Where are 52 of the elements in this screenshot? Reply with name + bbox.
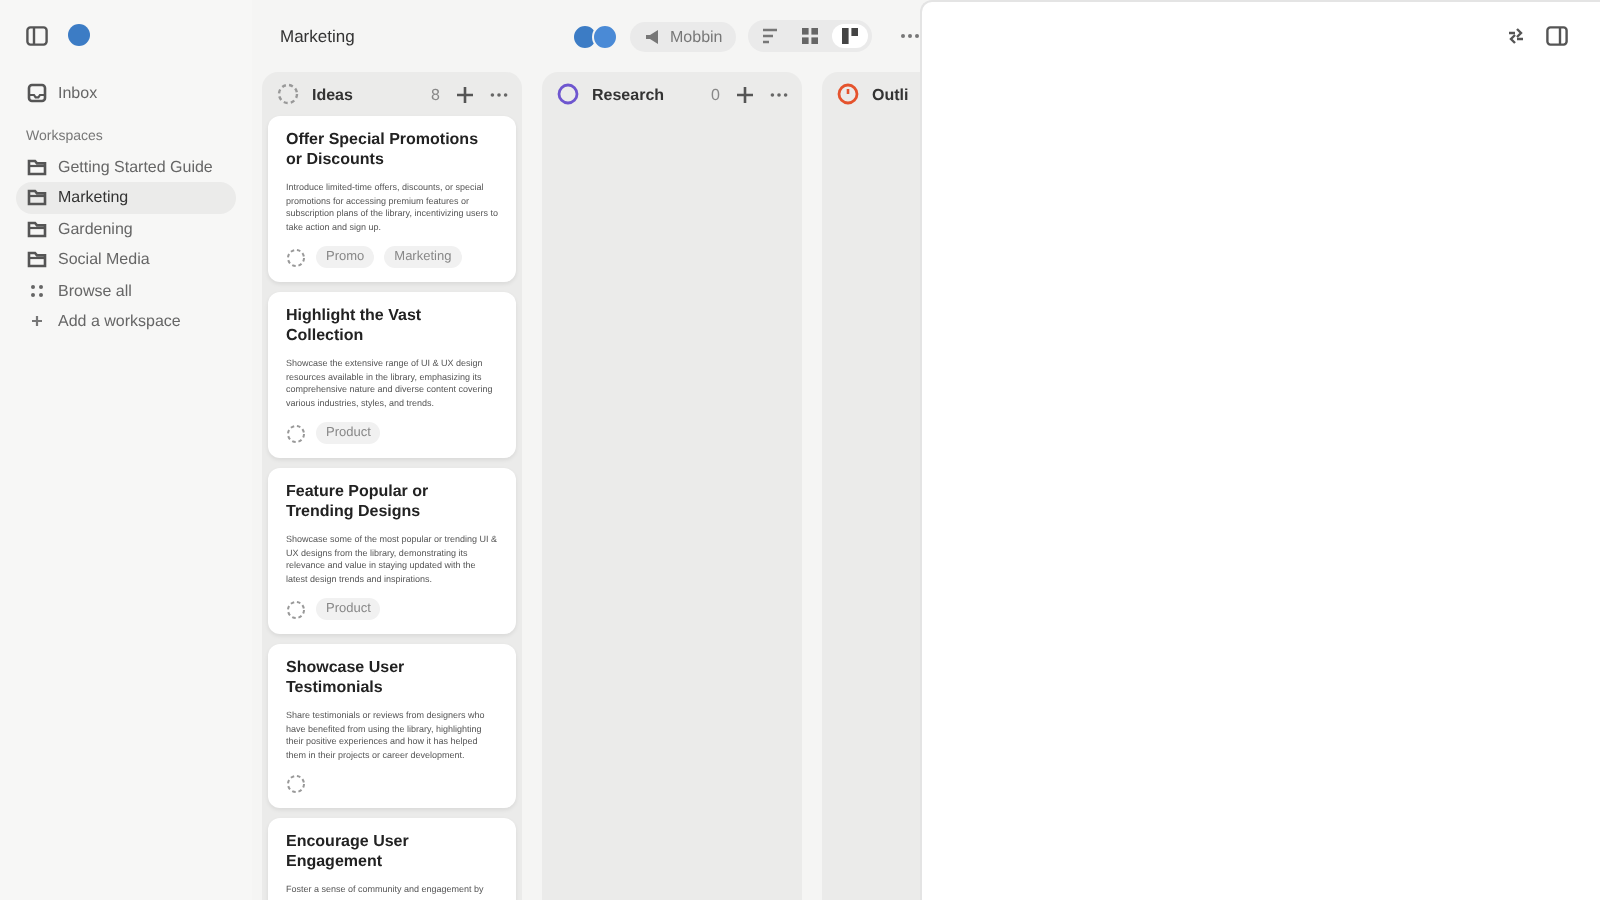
shuffle-icon [1506, 26, 1526, 46]
sidebar-item[interactable]: Inbox [16, 78, 236, 109]
sidebar-item[interactable]: Gardening [16, 213, 236, 244]
avatar[interactable] [68, 24, 90, 46]
column-title: Research [592, 85, 667, 103]
circle-icon [556, 82, 580, 106]
clock-circle-icon [836, 82, 860, 106]
sidebar-toggle-icon [26, 25, 48, 45]
dashed-circle-icon [286, 774, 306, 794]
view-button[interactable] [832, 24, 869, 48]
megaphone-icon [644, 27, 662, 45]
folder-icon [26, 248, 48, 271]
dashed-circle-icon [286, 599, 306, 619]
dots-icon [26, 279, 48, 302]
dashed-circle-icon [276, 82, 300, 106]
task-card[interactable] [268, 468, 516, 634]
team-button[interactable]: Mobbin [630, 21, 737, 51]
card-title: Showcase User Testimonials [286, 658, 407, 698]
folder-icon [26, 155, 48, 178]
dashed-circle-icon [286, 247, 306, 267]
board-view-icon [840, 26, 861, 46]
avatar [592, 23, 618, 49]
dashed-circle-icon [286, 423, 306, 443]
task-card[interactable] [268, 116, 516, 282]
card-count: 8 [431, 85, 440, 103]
task-card[interactable] [268, 644, 516, 808]
plus-icon [736, 85, 754, 103]
more-icon [900, 32, 921, 40]
more-icon [490, 91, 508, 97]
panel-toggle-icon [1546, 26, 1568, 46]
avatar [572, 23, 598, 49]
column-title: Ideas [312, 85, 355, 103]
sidebar-item[interactable]: Add a workspace [16, 306, 236, 337]
sidebar-item[interactable]: Browse all [16, 275, 236, 306]
list-view-icon [760, 26, 781, 46]
page-title: Marketing [280, 26, 357, 46]
card-title: Offer Special Promotions or Discounts [286, 130, 481, 170]
sidebar-item[interactable]: Marketing [16, 182, 236, 213]
more-icon [770, 91, 788, 97]
sidebar-item[interactable]: Social Media [16, 244, 236, 275]
card-title: Encourage User Engagement [286, 832, 411, 872]
card-count: 0 [711, 85, 720, 103]
card-title: Feature Popular or Trending Designs [286, 482, 431, 522]
sidebar-item[interactable]: Getting Started Guide [16, 151, 236, 182]
task-card[interactable] [268, 292, 516, 458]
card-title: Highlight the Vast Collection [286, 306, 424, 346]
plus-icon [456, 85, 474, 103]
grid-view-icon [800, 26, 821, 46]
column-title: Outli [872, 85, 911, 103]
inbox-icon [26, 82, 48, 105]
folder-icon [26, 217, 48, 240]
folder-icon [26, 186, 48, 209]
